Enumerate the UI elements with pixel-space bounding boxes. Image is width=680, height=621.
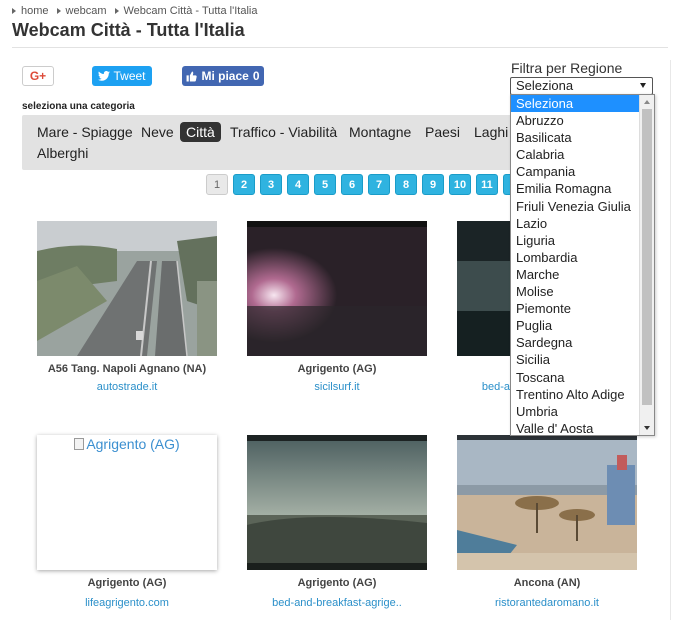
- webcam-thumbnail[interactable]: [247, 221, 427, 356]
- webcam-source-link[interactable]: bed-a: [437, 381, 510, 393]
- page-3[interactable]: 3: [260, 174, 282, 195]
- page-5[interactable]: 5: [314, 174, 336, 195]
- category-traffico-viabilita[interactable]: Traffico - Viabilità: [230, 122, 337, 142]
- region-option[interactable]: Piemonte: [511, 300, 654, 317]
- category-mare-spiagge[interactable]: Mare - Spiagge: [37, 122, 133, 142]
- broken-image-icon: [74, 438, 85, 450]
- category-label: seleziona una categoria: [22, 101, 135, 112]
- webcam-source-link[interactable]: lifeagrigento.com: [17, 597, 237, 609]
- region-option[interactable]: Molise: [511, 283, 654, 300]
- region-select[interactable]: Seleziona: [510, 77, 653, 95]
- category-bar: Mare - Spiagge Neve Città Traffico - Via…: [22, 115, 542, 170]
- webcam-thumbnail[interactable]: [457, 221, 510, 356]
- webcam-title[interactable]: Ancona (AN): [437, 577, 657, 589]
- webcam-source-link[interactable]: bed-and-breakfast-agrige..: [227, 597, 447, 609]
- region-option[interactable]: Trentino Alto Adige: [511, 386, 654, 403]
- page-6[interactable]: 6: [341, 174, 363, 195]
- category-laghi[interactable]: Laghi: [474, 122, 508, 142]
- chevron-right-icon: [12, 8, 16, 14]
- region-option[interactable]: Marche: [511, 266, 654, 283]
- webcam-title[interactable]: A56 Tang. Napoli Agnano (NA): [17, 363, 237, 375]
- category-alberghi[interactable]: Alberghi: [37, 143, 88, 163]
- region-option[interactable]: Seleziona: [511, 95, 654, 113]
- title-divider: [12, 47, 668, 48]
- breadcrumb-current: Webcam Città - Tutta l'Italia: [123, 5, 258, 17]
- webcam-thumbnail[interactable]: [247, 435, 427, 570]
- image-alt-text: Agrigento (AG): [86, 436, 180, 452]
- scroll-down-icon[interactable]: [644, 426, 650, 430]
- webcam-thumbnail-broken[interactable]: Agrigento (AG): [37, 435, 217, 570]
- thumbs-up-icon: [187, 71, 198, 81]
- webcam-thumbnail[interactable]: [37, 221, 217, 356]
- region-select-value: Seleziona: [516, 78, 574, 93]
- page-4[interactable]: 4: [287, 174, 309, 195]
- dropdown-scrollbar[interactable]: [639, 95, 654, 435]
- webcam-source-link[interactable]: ristorantedaromano.it: [437, 597, 657, 609]
- page-11[interactable]: 11: [476, 174, 498, 195]
- scrollbar-thumb[interactable]: [642, 109, 652, 405]
- tweet-label: Tweet: [113, 69, 146, 83]
- page-7[interactable]: 7: [368, 174, 390, 195]
- region-option[interactable]: Sicilia: [511, 351, 654, 368]
- webcam-thumbnail[interactable]: [457, 435, 637, 570]
- webcam-source-link[interactable]: sicilsurf.it: [227, 381, 447, 393]
- filter-region-label: Filtra per Regione: [511, 60, 623, 76]
- page-9[interactable]: 9: [422, 174, 444, 195]
- breadcrumb: home webcam Webcam Città - Tutta l'Itali…: [12, 5, 265, 17]
- region-option[interactable]: Liguria: [511, 232, 654, 249]
- page-2[interactable]: 2: [233, 174, 255, 195]
- region-option[interactable]: Calabria: [511, 146, 654, 163]
- region-option[interactable]: Friuli Venezia Giulia: [511, 198, 654, 215]
- facebook-like-button[interactable]: Mi piace 0: [182, 66, 264, 86]
- page-title: Webcam Città - Tutta l'Italia: [12, 20, 245, 40]
- chevron-right-icon: [56, 8, 61, 14]
- region-option[interactable]: Valle d' Aosta: [511, 420, 654, 437]
- page-8[interactable]: 8: [395, 174, 417, 195]
- region-option[interactable]: Lombardia: [511, 249, 654, 266]
- region-option[interactable]: Puglia: [511, 317, 654, 334]
- like-label: Mi piace: [201, 69, 249, 83]
- breadcrumb-home[interactable]: home: [21, 5, 49, 17]
- twitter-bird-icon: [98, 71, 111, 81]
- category-neve[interactable]: Neve: [141, 122, 174, 142]
- dropdown-arrow-icon: [640, 83, 646, 88]
- region-dropdown-list: Seleziona Abruzzo Basilicata Calabria Ca…: [510, 94, 655, 436]
- category-paesi[interactable]: Paesi: [425, 122, 460, 142]
- region-option[interactable]: Emilia Romagna: [511, 180, 654, 197]
- region-option[interactable]: Sardegna: [511, 334, 654, 351]
- like-count: 0: [252, 69, 260, 83]
- webcam-source-link[interactable]: autostrade.it: [17, 381, 237, 393]
- region-option[interactable]: Campania: [511, 163, 654, 180]
- page-edge: [670, 60, 680, 620]
- category-citta[interactable]: Città: [180, 122, 221, 142]
- scroll-up-icon[interactable]: [644, 100, 650, 104]
- tweet-button[interactable]: Tweet: [92, 66, 152, 86]
- region-option[interactable]: Toscana: [511, 369, 654, 386]
- region-option[interactable]: Abruzzo: [511, 112, 654, 129]
- region-option[interactable]: Umbria: [511, 403, 654, 420]
- webcam-title[interactable]: Agrigento (AG): [17, 577, 237, 589]
- region-option[interactable]: Lazio: [511, 215, 654, 232]
- region-option[interactable]: Basilicata: [511, 129, 654, 146]
- category-montagne[interactable]: Montagne: [349, 122, 411, 142]
- breadcrumb-webcam[interactable]: webcam: [66, 5, 107, 17]
- page-1: 1: [206, 174, 228, 195]
- webcam-title[interactable]: Agrigento (AG): [227, 363, 447, 375]
- google-plus-button[interactable]: G+: [22, 66, 54, 86]
- chevron-right-icon: [114, 8, 119, 14]
- page-10[interactable]: 10: [449, 174, 471, 195]
- webcam-title[interactable]: Agrigento (AG): [227, 577, 447, 589]
